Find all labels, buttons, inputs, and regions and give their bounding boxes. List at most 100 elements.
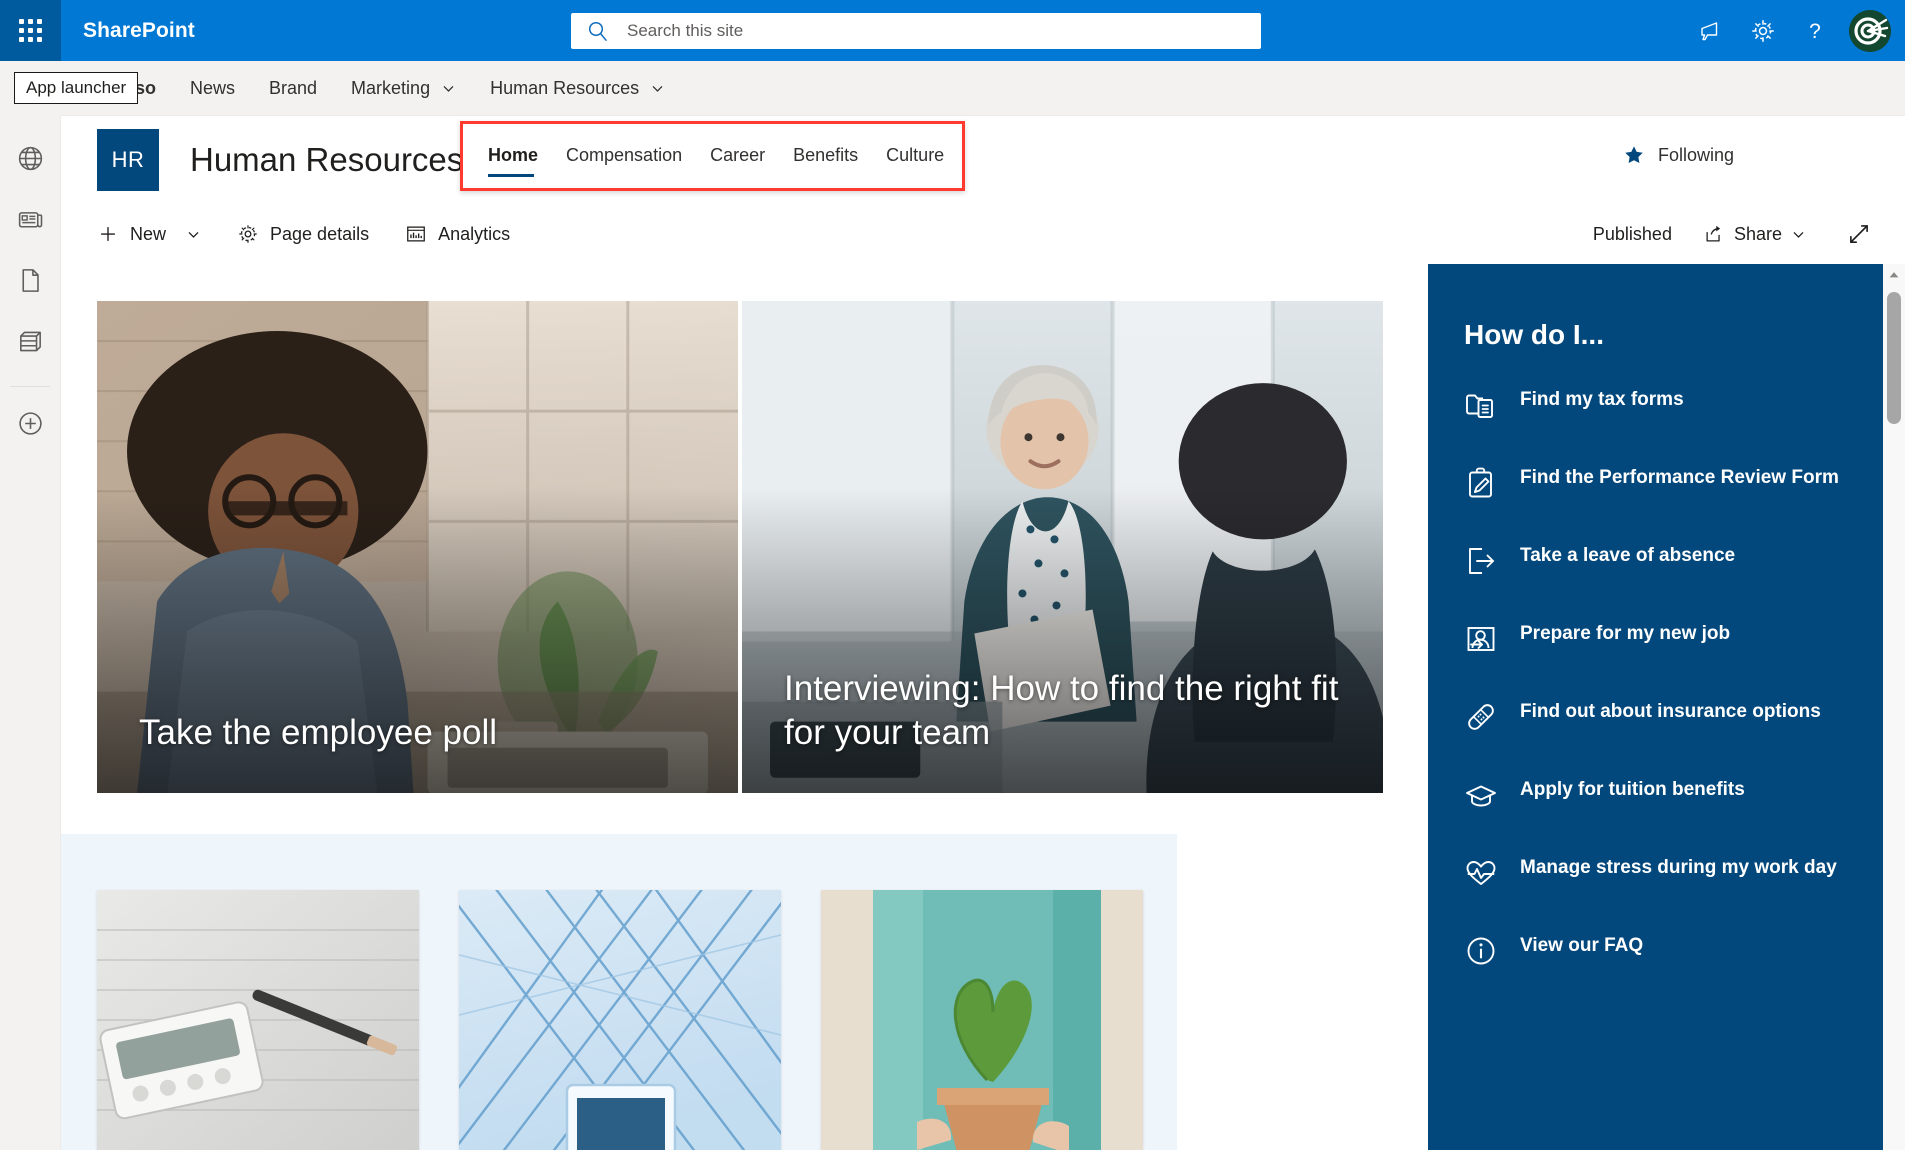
- exit-arrow-icon: [1464, 543, 1498, 583]
- list-icon: [19, 331, 41, 351]
- nav-item-label: Career: [710, 144, 766, 165]
- hero-card-1[interactable]: Take the employee poll: [97, 301, 738, 793]
- search-input[interactable]: [627, 21, 1245, 41]
- nav-item-career[interactable]: Career: [710, 145, 765, 168]
- hero-web-part: Take the employee poll Interviewing: How…: [97, 301, 1383, 793]
- hub-item-news[interactable]: News: [190, 78, 235, 99]
- scrollbar-thumb[interactable]: [1887, 292, 1901, 424]
- list-item[interactable]: [821, 890, 1143, 1150]
- nav-item-benefits[interactable]: Benefits: [793, 145, 858, 168]
- search-icon: [587, 20, 611, 42]
- app-launcher-icon: [19, 19, 42, 42]
- nav-item-label: Compensation: [566, 144, 683, 165]
- hub-navigation: Contoso News Brand Marketing Human Resou…: [0, 60, 1905, 116]
- panel-scroll-area: How do I... Find my tax forms Find the P…: [1428, 264, 1905, 1150]
- plus-icon: [101, 227, 115, 241]
- nav-item-home[interactable]: Home: [488, 144, 539, 177]
- suite-brand[interactable]: SharePoint: [83, 19, 195, 43]
- sidebar-item-create-new[interactable]: [8, 401, 52, 445]
- page-title[interactable]: Human Resources: [190, 141, 463, 179]
- lower-section-band: [61, 834, 1177, 1150]
- list-item[interactable]: [97, 890, 419, 1150]
- sidebar-item-news[interactable]: [8, 197, 52, 241]
- share-button[interactable]: Share: [1703, 223, 1806, 245]
- new-button[interactable]: New: [97, 223, 201, 245]
- star-icon: [1625, 146, 1643, 164]
- help-button[interactable]: ?: [1789, 0, 1841, 61]
- page-details-label: Page details: [270, 223, 370, 244]
- command-bar: New Page details Analytics Published Sha…: [61, 204, 1905, 264]
- scroll-up-arrow[interactable]: [1883, 264, 1905, 286]
- megaphone-icon: [1701, 21, 1718, 40]
- list-item-label: Find the Performance Review Form: [1520, 467, 1839, 488]
- help-icon: ?: [1809, 20, 1821, 43]
- hub-item-label: News: [189, 77, 235, 98]
- settings-button[interactable]: [1737, 0, 1789, 61]
- app-launcher-tooltip: App launcher: [14, 72, 139, 104]
- list-item-label: Manage stress during my work day: [1520, 857, 1837, 878]
- how-do-i-panel: How do I... Find my tax forms Find the P…: [1428, 264, 1905, 1150]
- list-item[interactable]: Find out about insurance options: [1428, 699, 1883, 739]
- card-abstract-blue-thumb: [459, 890, 781, 1150]
- panel-title: How do I...: [1464, 319, 1604, 350]
- list-item-label: Find my tax forms: [1520, 389, 1684, 410]
- avatar[interactable]: [1849, 9, 1891, 52]
- following-button[interactable]: Following: [1623, 144, 1734, 166]
- site-logo: HR: [97, 129, 159, 191]
- share-label: Share: [1733, 223, 1782, 244]
- list-item[interactable]: Apply for tuition benefits: [1428, 777, 1883, 817]
- search-box[interactable]: [571, 13, 1261, 49]
- graduation-cap-icon: [1464, 777, 1498, 817]
- sidebar-item-pages[interactable]: [8, 258, 52, 302]
- vertical-scrollbar[interactable]: [1883, 264, 1905, 1150]
- hub-item-label: Human Resources: [490, 77, 640, 98]
- megaphone-button[interactable]: [1685, 0, 1737, 61]
- sidebar-item-lists[interactable]: [8, 319, 52, 363]
- nav-item-label: Home: [488, 144, 539, 165]
- page-details-button[interactable]: Page details: [237, 223, 369, 245]
- hub-item-human-resources[interactable]: Human Resources: [490, 78, 665, 99]
- list-item-label: Take a leave of absence: [1520, 545, 1736, 566]
- bandage-icon: [1464, 699, 1498, 739]
- list-item[interactable]: [459, 890, 781, 1150]
- analytics-button[interactable]: Analytics: [405, 223, 510, 245]
- list-item[interactable]: Find my tax forms: [1428, 387, 1883, 427]
- app-launcher-button[interactable]: [0, 0, 61, 61]
- heart-pulse-icon: [1464, 855, 1498, 895]
- panel-list: Find my tax forms Find the Performance R…: [1428, 387, 1883, 973]
- chevron-down-icon: [443, 85, 454, 92]
- analytics-icon: [407, 226, 425, 242]
- hub-item-label: Marketing: [351, 77, 431, 98]
- list-item[interactable]: Take a leave of absence: [1428, 543, 1883, 583]
- folder-document-icon: [1464, 387, 1498, 427]
- expand-button[interactable]: [1846, 221, 1872, 247]
- rail-divider: [10, 386, 50, 387]
- list-item-label: Find out about insurance options: [1520, 701, 1821, 722]
- chevron-down-icon: [188, 231, 199, 238]
- avatar-icon: [1849, 9, 1891, 52]
- list-item[interactable]: Prepare for my new job: [1428, 621, 1883, 661]
- hub-item-label: Brand: [269, 77, 318, 98]
- hub-item-marketing[interactable]: Marketing: [351, 78, 456, 99]
- hero-title: Interviewing: How to find the right fit …: [784, 668, 1339, 752]
- hub-item-brand[interactable]: Brand: [269, 78, 317, 99]
- list-item[interactable]: Find the Performance Review Form: [1428, 465, 1883, 505]
- analytics-label: Analytics: [438, 223, 511, 244]
- left-rail: [0, 116, 61, 1150]
- hero-card-2[interactable]: Interviewing: How to find the right fit …: [742, 301, 1383, 793]
- nav-item-culture[interactable]: Culture: [886, 145, 944, 168]
- list-item[interactable]: Manage stress during my work day: [1428, 855, 1883, 895]
- share-icon: [1706, 225, 1721, 242]
- expand-icon: [1850, 225, 1868, 243]
- following-label: Following: [1657, 144, 1734, 165]
- card-row: [97, 890, 1143, 1150]
- site-header: HR Human Resources Home Compensation Car…: [61, 116, 1905, 204]
- info-icon: [1464, 933, 1498, 973]
- list-item[interactable]: View our FAQ: [1428, 933, 1883, 973]
- new-label: New: [130, 223, 167, 244]
- globe-icon: [18, 146, 42, 170]
- nav-item-compensation[interactable]: Compensation: [566, 145, 682, 168]
- suite-bar: SharePoint ?: [0, 0, 1905, 61]
- suite-actions: ?: [1685, 0, 1905, 61]
- sidebar-item-site-contents-globe[interactable]: [8, 136, 52, 180]
